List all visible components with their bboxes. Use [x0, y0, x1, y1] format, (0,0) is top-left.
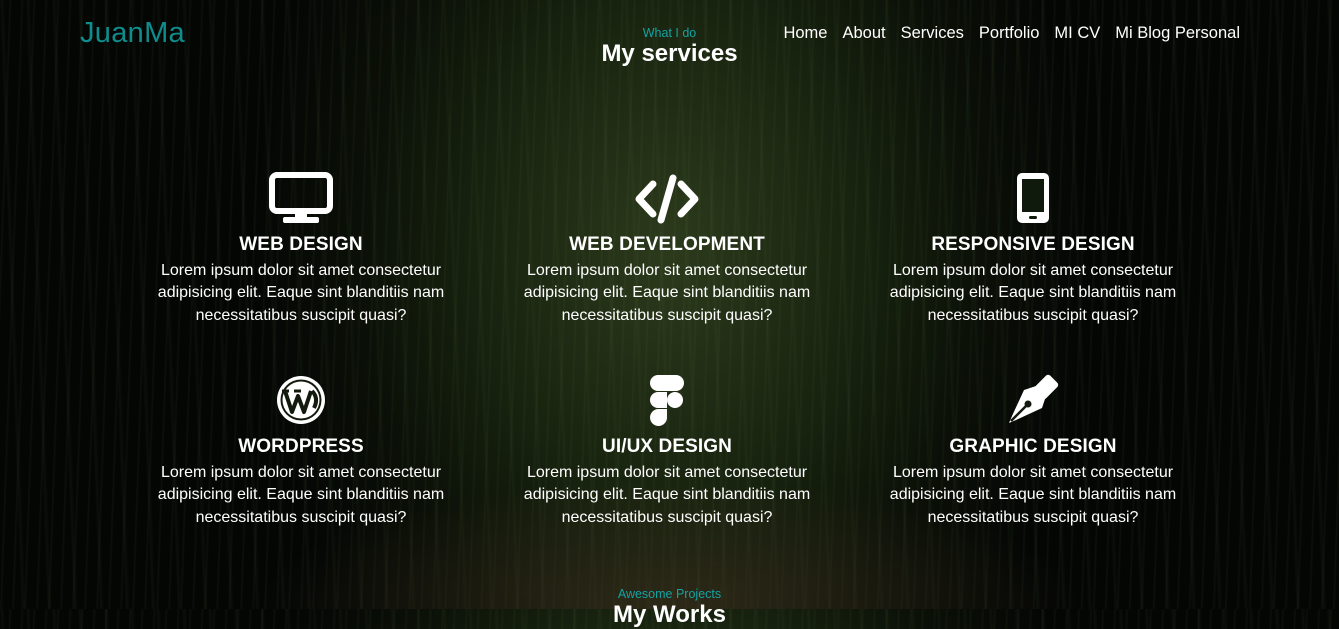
pen-nib-icon	[1009, 374, 1059, 423]
services-grid: WEB DESIGN Lorem ipsum dolor sit amet co…	[118, 168, 1218, 530]
services-title: My services	[601, 40, 738, 67]
service-card: WORDPRESS Lorem ipsum dolor sit amet con…	[118, 370, 484, 530]
service-title: WEB DESIGN	[239, 234, 363, 255]
service-card: WEB DESIGN Lorem ipsum dolor sit amet co…	[118, 168, 484, 328]
service-title: UI/UX DESIGN	[602, 436, 732, 457]
service-title: GRAPHIC DESIGN	[949, 436, 1117, 457]
mobile-icon	[1017, 173, 1049, 223]
services-kicker: What I do	[642, 26, 697, 40]
code-icon	[635, 174, 699, 224]
wordpress-icon	[277, 376, 325, 424]
service-description: Lorem ipsum dolor sit amet consectetur a…	[523, 262, 811, 324]
service-card: UI/UX DESIGN Lorem ipsum dolor sit amet …	[484, 370, 850, 530]
monitor-icon	[269, 172, 333, 223]
service-card: WEB DEVELOPMENT Lorem ipsum dolor sit am…	[484, 168, 850, 328]
services-section-header: What I do My services	[0, 26, 1339, 68]
service-title: WORDPRESS	[238, 436, 364, 457]
service-card: GRAPHIC DESIGN Lorem ipsum dolor sit ame…	[850, 370, 1216, 530]
figma-icon	[650, 375, 684, 426]
service-description: Lorem ipsum dolor sit amet consectetur a…	[889, 262, 1177, 324]
works-title: My Works	[613, 601, 726, 628]
works-kicker: Awesome Projects	[617, 587, 722, 601]
service-card: RESPONSIVE DESIGN Lorem ipsum dolor sit …	[850, 168, 1216, 328]
service-description: Lorem ipsum dolor sit amet consectetur a…	[157, 464, 445, 526]
service-description: Lorem ipsum dolor sit amet consectetur a…	[889, 464, 1177, 526]
service-title: WEB DEVELOPMENT	[569, 234, 765, 255]
service-description: Lorem ipsum dolor sit amet consectetur a…	[157, 262, 445, 324]
service-title: RESPONSIVE DESIGN	[931, 234, 1135, 255]
service-description: Lorem ipsum dolor sit amet consectetur a…	[523, 464, 811, 526]
works-section-header: Awesome Projects My Works	[0, 587, 1339, 629]
